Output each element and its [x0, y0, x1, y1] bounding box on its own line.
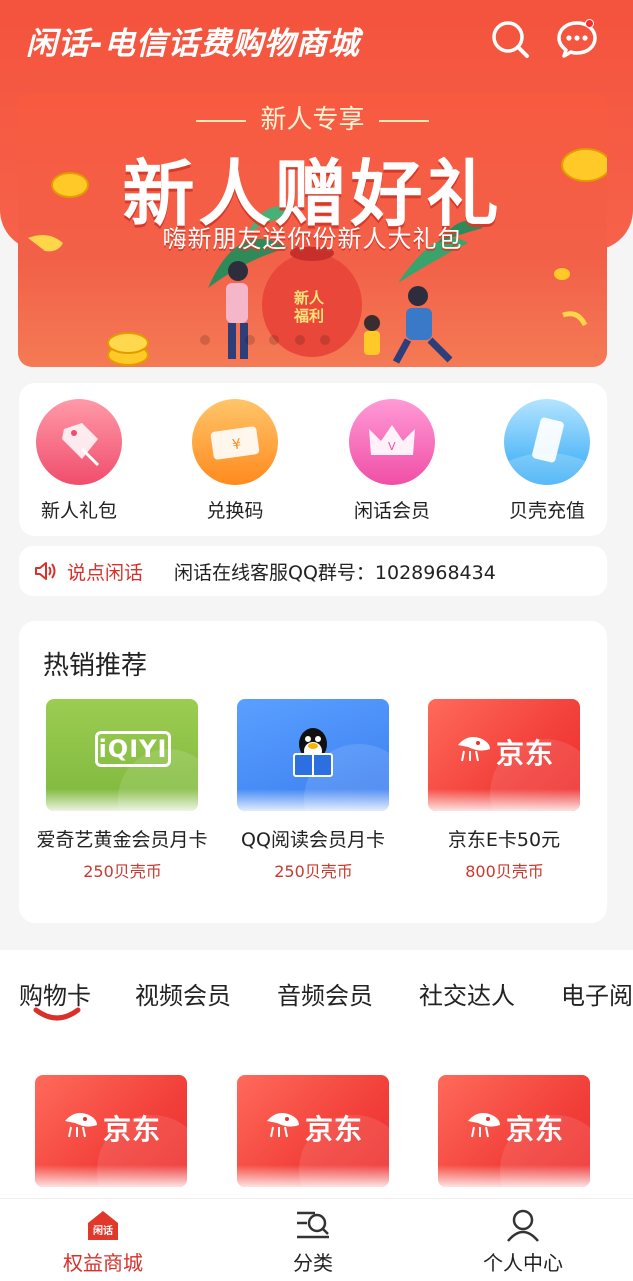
svg-text:V: V	[388, 440, 396, 453]
product-price: 250贝壳币	[83, 862, 162, 881]
tab-audio-vip[interactable]: 音频会员	[277, 976, 373, 1011]
iqiyi-card-image: iQIYI	[46, 699, 198, 811]
unread-dot	[585, 19, 594, 28]
jd-dog-icon	[267, 1113, 299, 1138]
banner-subtitle: 新人专享	[18, 99, 607, 136]
jd-card-image: 京东	[428, 699, 580, 811]
quick-item-recharge[interactable]: 贝壳充值	[487, 399, 607, 523]
product-card[interactable]: QQ阅读会员月卡 250贝壳币	[237, 699, 390, 882]
message-icon[interactable]	[556, 19, 597, 59]
product-price: 250贝壳币	[274, 862, 353, 881]
hot-section: 热销推荐 iQIYI 爱奇艺黄金会员月卡 250贝壳币 QQ阅读会员月卡 250…	[19, 621, 607, 923]
quick-label: 兑换码	[206, 500, 264, 522]
gift-tag-icon	[36, 399, 122, 485]
product-card[interactable]: iQIYI 爱奇艺黄金会员月卡 250贝壳币	[36, 699, 208, 882]
active-tab-indicator	[33, 1007, 81, 1021]
nav-mall[interactable]: 闲话 权益商城	[13, 1207, 193, 1276]
nav-category[interactable]: 分类	[223, 1207, 403, 1276]
user-icon	[505, 1207, 541, 1243]
tab-ebook[interactable]: 电子阅读	[561, 976, 633, 1011]
category-icon	[295, 1207, 331, 1243]
nav-profile[interactable]: 个人中心	[433, 1207, 613, 1276]
bag-label: 新人 福利	[294, 289, 325, 325]
crown-icon: V	[349, 399, 435, 485]
quick-item-new-gift[interactable]: 新人礼包	[19, 399, 139, 523]
tab-video-vip[interactable]: 视频会员	[135, 976, 231, 1011]
notice-text: 闲话在线客服QQ群号：1028968434	[174, 562, 496, 584]
product-price: 800贝壳币	[465, 862, 544, 881]
jd-product-card[interactable]: 京东	[438, 1075, 590, 1187]
section-title: 热销推荐	[43, 651, 148, 681]
app-title: 闲话-电信话费购物商城	[26, 26, 360, 62]
ticket-icon: ¥	[192, 399, 278, 485]
nav-label: 权益商城	[63, 1251, 143, 1275]
bottom-nav: 闲话 权益商城 分类 个人中心	[0, 1198, 633, 1281]
phone-card-icon	[504, 399, 590, 485]
iqiyi-logo: iQIYI	[95, 731, 171, 767]
product-grid: 京东 京东 京东	[0, 1040, 633, 1198]
promo-banner[interactable]: 新人专享 新人赠好礼 嗨新朋友送你份新人大礼包 新人 福利	[18, 93, 607, 367]
notice-bar[interactable]: 说点闲话 闲话在线客服QQ群号：1028968434	[19, 546, 607, 596]
jd-dog-icon	[468, 1113, 500, 1138]
nav-label: 个人中心	[483, 1251, 563, 1275]
home-badge: 闲话	[93, 1226, 113, 1237]
jd-logo: 京东	[305, 1113, 364, 1146]
jd-logo: 京东	[506, 1113, 565, 1146]
banner-desc: 嗨新朋友送你份新人大礼包	[162, 225, 463, 253]
speaker-icon	[35, 562, 56, 580]
nav-label: 分类	[293, 1251, 333, 1275]
jd-dog-icon	[65, 1113, 97, 1138]
jd-logo: 京东	[496, 737, 555, 770]
product-card[interactable]: 京东 京东E卡50元 800贝壳币	[428, 699, 581, 882]
quick-label: 新人礼包	[40, 500, 117, 522]
quick-label: 闲话会员	[353, 500, 430, 522]
qq-read-card-image	[237, 699, 389, 811]
product-name: 京东E卡50元	[447, 829, 561, 851]
jd-product-card[interactable]: 京东	[35, 1075, 187, 1187]
quick-label: 贝壳充值	[508, 500, 585, 522]
quick-item-vip[interactable]: V 闲话会员	[332, 399, 452, 523]
product-name: QQ阅读会员月卡	[241, 829, 385, 851]
jd-product-card[interactable]: 京东	[237, 1075, 389, 1187]
jd-dog-icon	[458, 737, 490, 762]
tab-shopping-card[interactable]: 购物卡	[19, 976, 91, 1011]
search-icon[interactable]	[490, 19, 530, 59]
notice-tag: 说点闲话	[67, 562, 144, 584]
tab-social[interactable]: 社交达人	[419, 976, 515, 1011]
product-name: 爱奇艺黄金会员月卡	[36, 829, 208, 851]
category-tabs: 购物卡 视频会员 音频会员 社交达人 电子阅读	[0, 950, 633, 1040]
quick-item-redeem-code[interactable]: ¥ 兑换码	[175, 399, 295, 523]
home-icon: 闲话	[85, 1207, 121, 1243]
quick-entries: 新人礼包 ¥ 兑换码 V 闲话会员 贝壳充值	[19, 383, 607, 536]
jd-logo: 京东	[103, 1113, 162, 1146]
